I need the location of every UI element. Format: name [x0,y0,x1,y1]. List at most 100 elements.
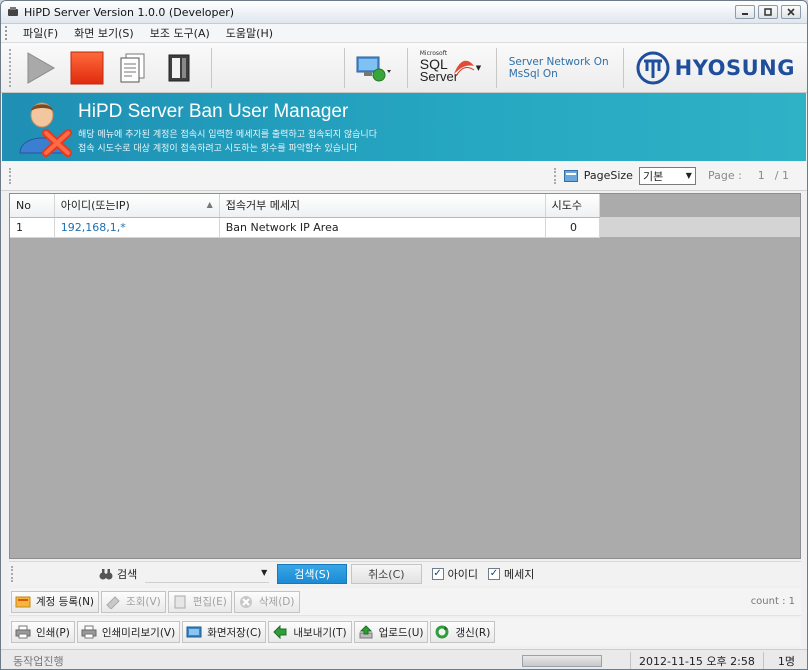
progress-bar [522,654,602,667]
window-title: HiPD Server Version 1.0.0 (Developer) [24,5,235,19]
cell-message: Ban Network IP Area [219,217,546,238]
pagebar-grip [9,168,13,184]
refresh-button[interactable]: 갱신(R) [430,621,496,643]
search-button[interactable]: 검색(S) [277,563,348,584]
brand-name: HYOSUNG [674,56,795,80]
status-text: 동작업진행 [13,654,64,668]
log-viewer-button[interactable] [113,48,153,88]
row-filler [600,217,800,237]
sql-server-logo: Microsoft SQL Server ▼ [419,50,482,84]
server-status: Server Network On MsSql On [508,56,609,80]
save-screen-button[interactable]: 화면저장(C) [182,621,267,643]
menu-bar: 파일(F) 화면 보기(S) 보조 도구(A) 도움말(H) [1,24,807,43]
main-toolbar: Microsoft SQL Server ▼ Server Network On… [1,43,807,93]
network-icon [356,56,391,82]
search-bar: 검색 ▼ 검색(S) 취소(C) ✓ 아이디 ✓ 메세지 [9,561,801,585]
upload-icon [358,624,374,640]
status-datetime: 2012-11-15 오후 2:58 [630,651,763,669]
menu-help[interactable]: 도움말(H) [218,25,281,41]
edit-button[interactable]: 편집(E) [167,590,232,613]
printer-preview-icon [81,624,97,640]
action-row-secondary: 인쇄(P) 인쇄미리보기(V) 화면저장(C) 내보내기(T) 업로드(U) 갱… [9,618,801,646]
view-icon [105,594,121,610]
header-banner: HiPD Server Ban User Manager 해당 메뉴에 추가된 … [2,93,806,161]
network-dropdown[interactable] [351,48,395,88]
close-icon [787,8,795,16]
page-label: Page : [707,169,742,182]
stop-server-button[interactable] [67,48,107,88]
toolbar-grip [9,48,13,87]
printer-icon [15,624,31,640]
hyosung-logo-icon [636,51,670,85]
cell-attempts: 0 [545,217,601,238]
edit-icon [172,594,188,610]
menu-view[interactable]: 화면 보기(S) [66,25,142,41]
start-server-button[interactable] [21,48,61,88]
chevron-down-icon: ▼ [685,171,692,180]
screenshot-icon [186,624,202,640]
view-button[interactable]: 조회(V) [101,590,166,613]
title-bar: HiPD Server Version 1.0.0 (Developer) [1,1,807,24]
export-icon [272,624,288,640]
status-users: 1명 [762,651,807,669]
delete-button[interactable]: 삭제(D) [233,590,300,613]
ban-user-grid: No 아이디(또는IP) ▲ 접속거부 메세지 시도수 1 192,168,1,… [9,193,801,559]
refresh-icon [434,624,450,640]
server-list-button[interactable] [159,48,199,88]
check-message[interactable]: ✓ 메세지 [487,566,534,582]
page-bar: PageSize 기본 ▼ Page : 1 / 1 [1,161,807,191]
menu-grip [5,26,9,40]
app-icon [8,7,18,16]
searchbar-grip [11,565,15,582]
column-header-id[interactable]: 아이디(또는IP) ▲ [54,194,220,218]
toolbar-separator [495,48,497,88]
search-label: 검색 [99,566,137,582]
maximize-button[interactable] [758,5,778,19]
upload-button[interactable]: 업로드(U) [353,621,429,643]
sql-server-icon [453,60,475,77]
close-button[interactable] [781,5,801,19]
delete-icon [238,594,254,610]
pagesize-select[interactable]: 기본 ▼ [638,166,696,185]
toolbar-separator [211,47,212,88]
pagesize-label: PageSize [583,169,633,182]
toolbar-separator [622,48,624,88]
register-account-button[interactable]: 계정 등록(N) [11,590,100,613]
cell-no: 1 [10,217,55,238]
toolbar-separator [343,48,345,88]
menu-tools[interactable]: 보조 도구(A) [142,25,218,41]
column-header-message[interactable]: 접속거부 메세지 [219,194,546,218]
print-button[interactable]: 인쇄(P) [11,621,75,643]
record-count: count : 1 [750,596,795,607]
cell-id[interactable]: 192,168,1,* [54,217,220,238]
minimize-icon [742,13,748,15]
checkbox-checked-icon[interactable]: ✓ [431,567,444,580]
status-bar: 동작업진행 2012-11-15 오후 2:58 1명 [1,649,807,669]
page-total: / 1 [774,169,789,182]
print-preview-button[interactable]: 인쇄미리보기(V) [76,621,181,643]
export-button[interactable]: 내보내기(T) [268,621,352,643]
page-size-icon [563,169,578,182]
app-window: HiPD Server Version 1.0.0 (Developer) 파일… [0,0,808,670]
action-row-primary: 계정 등록(N) 조회(V) 편집(E) 삭제(D) count : 1 [9,588,801,616]
document-icon [120,53,145,82]
column-header-attempts[interactable]: 시도수 [545,194,601,218]
page-current: 1 [757,169,765,182]
sql-server-dropdown[interactable]: Microsoft SQL Server ▼ [414,48,484,88]
data-table: No 아이디(또는IP) ▲ 접속거부 메세지 시도수 1 192,168,1,… [10,194,601,238]
column-header-no[interactable]: No [10,194,55,218]
add-account-icon [15,594,31,610]
pagebar-grip [553,167,558,184]
menu-file[interactable]: 파일(F) [15,25,66,41]
search-input[interactable]: ▼ [145,565,270,583]
sort-ascending-icon: ▲ [206,200,213,209]
table-row[interactable]: 1 192,168,1,* Ban Network IP Area 0 [10,217,601,238]
chevron-down-icon: ▼ [475,64,482,72]
banner-title: HiPD Server Ban User Manager [78,101,349,122]
minimize-button[interactable] [735,5,755,19]
check-id[interactable]: ✓ 아이디 [431,566,478,582]
cancel-search-button[interactable]: 취소(C) [351,563,422,584]
checkbox-checked-icon[interactable]: ✓ [487,567,500,580]
ban-user-icon [19,102,72,157]
maximize-icon [764,8,772,16]
